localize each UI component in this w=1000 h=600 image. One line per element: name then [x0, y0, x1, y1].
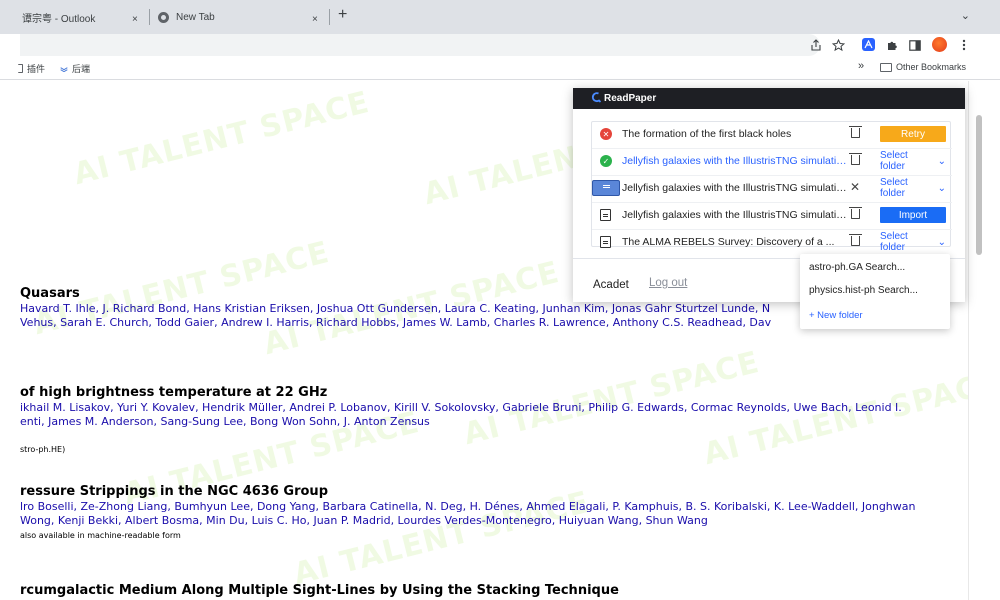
file-icon-selected — [592, 180, 620, 196]
import-item-title: Jellyfish galaxies with the IllustrisTNG… — [622, 182, 847, 194]
bookmark-label: 插件 — [27, 64, 46, 74]
select-folder-label: Select folder — [880, 231, 908, 253]
scrollbar-track[interactable] — [968, 81, 1000, 600]
import-item: ✓ Jellyfish galaxies with the IllustrisT… — [592, 150, 952, 172]
star-icon[interactable] — [830, 37, 846, 53]
select-folder-label: Select folder — [880, 150, 908, 172]
close-tab-icon[interactable]: × — [312, 8, 318, 30]
import-item-title: The ALMA REBELS Survey: Discovery of a .… — [622, 236, 835, 248]
error-icon: ✕ — [600, 128, 612, 140]
new-folder-button[interactable]: + New folder — [809, 310, 863, 321]
tab-new-tab[interactable]: New Tab — [158, 6, 215, 28]
select-folder-dropdown[interactable]: Select folder ⌄ — [880, 150, 946, 172]
paper-title[interactable]: Quasars — [20, 286, 80, 301]
tab-separator — [149, 9, 150, 25]
paper-subject-note: stro-ph.HE) — [20, 445, 66, 454]
trash-icon[interactable] — [849, 207, 862, 219]
import-item-title: The formation of the first black holes — [622, 128, 792, 140]
bookmark-plugins[interactable]: 插件 — [18, 62, 45, 75]
import-item: ✕ The formation of the first black holes… — [592, 123, 952, 145]
tab-strip: 谭宗粤 - Outlook × New Tab × + ⌄ — [0, 0, 1000, 34]
layers-icon — [60, 66, 68, 72]
divider — [592, 175, 952, 176]
file-icon — [600, 209, 611, 221]
paper-title[interactable]: of high brightness temperature at 22 GHz — [20, 385, 327, 400]
watermark: AI TALENT SPACE — [460, 344, 764, 453]
paper-authors[interactable]: enti, James M. Anderson, Sang-Sung Lee, … — [20, 415, 430, 429]
import-item: The ALMA REBELS Survey: Discovery of a .… — [592, 231, 952, 253]
trash-icon[interactable] — [849, 126, 862, 138]
sidepanel-icon[interactable] — [907, 37, 923, 53]
share-icon[interactable] — [808, 37, 824, 53]
folder-icon — [880, 62, 892, 72]
paper-import-list: ✕ The formation of the first black holes… — [591, 121, 952, 253]
readpaper-extension-icon[interactable] — [862, 38, 875, 51]
divider — [592, 148, 952, 149]
success-check-icon: ✓ — [600, 155, 612, 167]
address-bar[interactable] — [20, 34, 820, 56]
paper-authors[interactable]: Wong, Kenji Bekki, Albert Bosma, Min Du,… — [20, 514, 708, 528]
paper-note: also available in machine-readable form — [20, 531, 181, 540]
bookmarks-overflow-button[interactable]: » — [858, 60, 864, 72]
other-bookmarks-label: Other Bookmarks — [896, 62, 967, 72]
paper-authors[interactable]: lro Boselli, Ze-Zhong Liang, Bumhyun Lee… — [20, 500, 915, 514]
folder-option[interactable]: astro-ph.GA Search... — [809, 262, 905, 273]
retry-button[interactable]: Retry — [880, 126, 946, 142]
readpaper-title: ReadPaper — [604, 93, 657, 104]
divider — [592, 202, 952, 203]
select-folder-dropdown[interactable]: Select folder ⌄ — [880, 177, 946, 199]
folder-dropdown-menu: astro-ph.GA Search... physics.hist-ph Se… — [800, 254, 950, 329]
chevron-down-icon: ⌄ — [937, 155, 946, 167]
import-item: Jellyfish galaxies with the IllustrisTNG… — [592, 177, 952, 199]
logout-link[interactable]: Log out — [649, 277, 687, 289]
import-button[interactable]: Import — [880, 207, 946, 223]
new-tab-button[interactable]: + — [338, 6, 347, 24]
tab-separator — [329, 9, 330, 25]
file-icon — [600, 236, 611, 248]
other-bookmarks[interactable]: Other Bookmarks — [880, 62, 966, 72]
chevron-down-icon: ⌄ — [937, 182, 946, 194]
bookmarks-bar: 插件 后端 » Other Bookmarks — [0, 58, 1000, 80]
close-icon[interactable]: ✕ — [850, 180, 860, 194]
menu-icon[interactable] — [956, 37, 972, 53]
paper-authors[interactable]: Havard T. Ihle, J. Richard Bond, Hans Kr… — [20, 302, 770, 316]
watermark: AI TALENT SPACE — [70, 84, 374, 193]
close-tab-icon[interactable]: × — [132, 8, 138, 30]
trash-icon[interactable] — [849, 153, 862, 165]
paper-authors[interactable]: ikhail M. Lisakov, Yuri Y. Kovalev, Hend… — [20, 401, 902, 415]
paper-title[interactable]: rcumgalactic Medium Along Multiple Sight… — [20, 583, 619, 598]
readpaper-header: ReadPaper — [573, 88, 965, 109]
trash-icon[interactable] — [849, 234, 862, 246]
folder-icon — [18, 64, 23, 73]
folder-option[interactable]: physics.hist-ph Search... — [809, 285, 918, 296]
bookmark-label: 后端 — [72, 64, 91, 74]
select-folder-dropdown[interactable]: Select folder ⌄ — [880, 231, 946, 253]
paper-authors[interactable]: Vehus, Sarah E. Church, Todd Gaier, Andr… — [20, 316, 771, 330]
readpaper-logo-icon — [591, 91, 602, 106]
divider — [592, 229, 952, 230]
tab-title: New Tab — [176, 11, 215, 23]
bookmark-backend[interactable]: 后端 — [60, 62, 90, 75]
puzzle-icon[interactable] — [884, 37, 900, 53]
import-item-title: Jellyfish galaxies with the IllustrisTNG… — [622, 209, 847, 221]
tab-outlook[interactable]: 谭宗粤 - Outlook — [22, 6, 95, 28]
select-folder-label: Select folder — [880, 177, 908, 199]
browser-toolbar — [0, 34, 1000, 58]
paper-title[interactable]: ressure Strippings in the NGC 4636 Group — [20, 484, 328, 499]
import-item: Jellyfish galaxies with the IllustrisTNG… — [592, 204, 952, 226]
username: Acadet — [593, 279, 629, 291]
scrollbar-thumb[interactable] — [976, 115, 982, 255]
import-item-title-link[interactable]: Jellyfish galaxies with the IllustrisTNG… — [622, 155, 847, 167]
watermark: AI TALENT SPACE — [700, 364, 968, 473]
chrome-icon — [158, 11, 169, 23]
chevron-down-icon: ⌄ — [937, 236, 946, 248]
profile-avatar[interactable] — [932, 37, 947, 52]
tab-title: 谭宗粤 - Outlook — [22, 13, 96, 25]
tab-search-chevron-icon[interactable]: ⌄ — [961, 9, 970, 22]
